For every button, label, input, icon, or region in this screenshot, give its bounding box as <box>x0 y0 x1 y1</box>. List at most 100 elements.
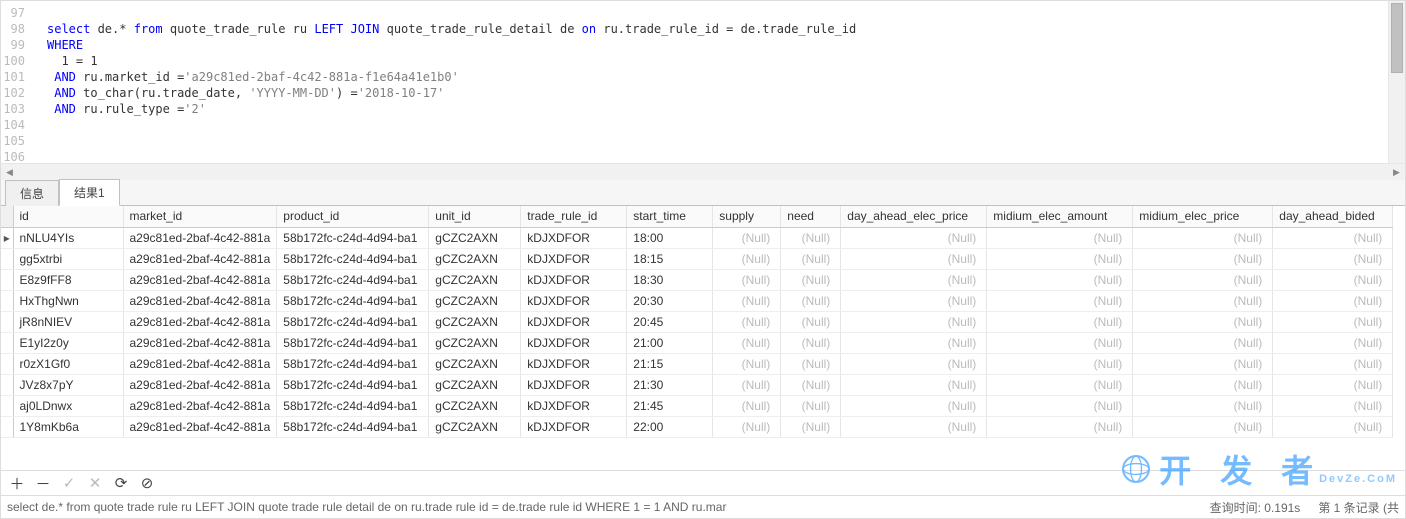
cell-midium_elec_price[interactable]: (Null) <box>1133 290 1273 311</box>
cell-midium_elec_amount[interactable]: (Null) <box>987 248 1133 269</box>
cell-need[interactable]: (Null) <box>781 416 841 437</box>
cell-unit_id[interactable]: gCZC2AXN <box>429 227 521 248</box>
cell-supply[interactable]: (Null) <box>713 290 781 311</box>
cell-id[interactable]: HxThgNwn <box>13 290 123 311</box>
cell-id[interactable]: JVz8x7pY <box>13 374 123 395</box>
cell-day_ahead_elec_price[interactable]: (Null) <box>841 395 987 416</box>
cell-day_ahead_bided[interactable]: (Null) <box>1273 248 1393 269</box>
cell-start_time[interactable]: 20:30 <box>627 290 713 311</box>
cell-product_id[interactable]: 58b172fc-c24d-4d94-ba1 <box>277 290 429 311</box>
cell-start_time[interactable]: 18:15 <box>627 248 713 269</box>
cell-market_id[interactable]: a29c81ed-2baf-4c42-881a <box>123 311 277 332</box>
cell-id[interactable]: jR8nNIEV <box>13 311 123 332</box>
table-row[interactable]: E8z9fFF8a29c81ed-2baf-4c42-881a58b172fc-… <box>1 269 1393 290</box>
cell-id[interactable]: nNLU4YIs <box>13 227 123 248</box>
cell-day_ahead_elec_price[interactable]: (Null) <box>841 374 987 395</box>
cell-midium_elec_price[interactable]: (Null) <box>1133 374 1273 395</box>
cell-need[interactable]: (Null) <box>781 374 841 395</box>
cell-midium_elec_amount[interactable]: (Null) <box>987 416 1133 437</box>
table-row[interactable]: 1Y8mKb6aa29c81ed-2baf-4c42-881a58b172fc-… <box>1 416 1393 437</box>
cell-market_id[interactable]: a29c81ed-2baf-4c42-881a <box>123 353 277 374</box>
cell-midium_elec_price[interactable]: (Null) <box>1133 332 1273 353</box>
table-row[interactable]: ▸nNLU4YIsa29c81ed-2baf-4c42-881a58b172fc… <box>1 227 1393 248</box>
cell-trade_rule_id[interactable]: kDJXDFOR <box>521 332 627 353</box>
cell-trade_rule_id[interactable]: kDJXDFOR <box>521 311 627 332</box>
scroll-left-icon[interactable]: ◀ <box>1 164 18 181</box>
cell-product_id[interactable]: 58b172fc-c24d-4d94-ba1 <box>277 395 429 416</box>
cell-day_ahead_elec_price[interactable]: (Null) <box>841 248 987 269</box>
cell-market_id[interactable]: a29c81ed-2baf-4c42-881a <box>123 416 277 437</box>
cell-day_ahead_elec_price[interactable]: (Null) <box>841 332 987 353</box>
cell-day_ahead_elec_price[interactable]: (Null) <box>841 269 987 290</box>
cell-day_ahead_bided[interactable]: (Null) <box>1273 353 1393 374</box>
cell-start_time[interactable]: 18:30 <box>627 269 713 290</box>
cell-product_id[interactable]: 58b172fc-c24d-4d94-ba1 <box>277 332 429 353</box>
cell-midium_elec_price[interactable]: (Null) <box>1133 416 1273 437</box>
cell-midium_elec_amount[interactable]: (Null) <box>987 332 1133 353</box>
cell-midium_elec_amount[interactable]: (Null) <box>987 290 1133 311</box>
column-header-start_time[interactable]: start_time <box>627 206 713 227</box>
cell-day_ahead_bided[interactable]: (Null) <box>1273 395 1393 416</box>
column-header-supply[interactable]: supply <box>713 206 781 227</box>
cell-midium_elec_price[interactable]: (Null) <box>1133 248 1273 269</box>
cell-start_time[interactable]: 21:00 <box>627 332 713 353</box>
table-row[interactable]: JVz8x7pYa29c81ed-2baf-4c42-881a58b172fc-… <box>1 374 1393 395</box>
discard-changes-button[interactable]: ✕ <box>87 474 103 492</box>
table-row[interactable]: aj0LDnwxa29c81ed-2baf-4c42-881a58b172fc-… <box>1 395 1393 416</box>
cell-day_ahead_bided[interactable]: (Null) <box>1273 290 1393 311</box>
cell-market_id[interactable]: a29c81ed-2baf-4c42-881a <box>123 227 277 248</box>
cell-product_id[interactable]: 58b172fc-c24d-4d94-ba1 <box>277 227 429 248</box>
cell-product_id[interactable]: 58b172fc-c24d-4d94-ba1 <box>277 416 429 437</box>
cell-start_time[interactable]: 18:00 <box>627 227 713 248</box>
refresh-button[interactable]: ⟳ <box>113 474 129 492</box>
cell-day_ahead_bided[interactable]: (Null) <box>1273 269 1393 290</box>
add-row-button[interactable]: ＋ <box>9 473 25 494</box>
cell-unit_id[interactable]: gCZC2AXN <box>429 332 521 353</box>
cell-unit_id[interactable]: gCZC2AXN <box>429 374 521 395</box>
cell-product_id[interactable]: 58b172fc-c24d-4d94-ba1 <box>277 248 429 269</box>
cell-unit_id[interactable]: gCZC2AXN <box>429 416 521 437</box>
cell-need[interactable]: (Null) <box>781 332 841 353</box>
cell-need[interactable]: (Null) <box>781 290 841 311</box>
cell-unit_id[interactable]: gCZC2AXN <box>429 353 521 374</box>
cell-supply[interactable]: (Null) <box>713 374 781 395</box>
apply-changes-button[interactable]: ✓ <box>61 474 77 492</box>
cell-start_time[interactable]: 21:45 <box>627 395 713 416</box>
editor-horizontal-scrollbar[interactable]: ◀ ▶ <box>1 163 1405 180</box>
result-grid[interactable]: idmarket_idproduct_idunit_idtrade_rule_i… <box>1 206 1405 470</box>
cell-midium_elec_price[interactable]: (Null) <box>1133 353 1273 374</box>
cell-trade_rule_id[interactable]: kDJXDFOR <box>521 353 627 374</box>
cell-id[interactable]: r0zX1Gf0 <box>13 353 123 374</box>
table-row[interactable]: HxThgNwna29c81ed-2baf-4c42-881a58b172fc-… <box>1 290 1393 311</box>
cell-midium_elec_amount[interactable]: (Null) <box>987 353 1133 374</box>
cell-midium_elec_amount[interactable]: (Null) <box>987 374 1133 395</box>
scroll-right-icon[interactable]: ▶ <box>1388 164 1405 181</box>
tab-result[interactable]: 结果1 <box>59 179 120 206</box>
cell-market_id[interactable]: a29c81ed-2baf-4c42-881a <box>123 269 277 290</box>
cell-market_id[interactable]: a29c81ed-2baf-4c42-881a <box>123 395 277 416</box>
editor-vertical-scrollbar[interactable] <box>1388 1 1405 163</box>
cell-midium_elec_amount[interactable]: (Null) <box>987 227 1133 248</box>
column-header-market_id[interactable]: market_id <box>123 206 277 227</box>
cell-day_ahead_bided[interactable]: (Null) <box>1273 311 1393 332</box>
column-header-id[interactable]: id <box>13 206 123 227</box>
cell-product_id[interactable]: 58b172fc-c24d-4d94-ba1 <box>277 374 429 395</box>
cell-midium_elec_price[interactable]: (Null) <box>1133 269 1273 290</box>
cell-day_ahead_bided[interactable]: (Null) <box>1273 332 1393 353</box>
delete-row-button[interactable]: － <box>35 473 51 494</box>
tab-info[interactable]: 信息 <box>5 180 59 206</box>
cell-midium_elec_amount[interactable]: (Null) <box>987 269 1133 290</box>
table-row[interactable]: r0zX1Gf0a29c81ed-2baf-4c42-881a58b172fc-… <box>1 353 1393 374</box>
cell-day_ahead_elec_price[interactable]: (Null) <box>841 227 987 248</box>
cell-product_id[interactable]: 58b172fc-c24d-4d94-ba1 <box>277 353 429 374</box>
cell-need[interactable]: (Null) <box>781 353 841 374</box>
cell-day_ahead_bided[interactable]: (Null) <box>1273 227 1393 248</box>
cell-trade_rule_id[interactable]: kDJXDFOR <box>521 395 627 416</box>
stop-button[interactable]: ⊘ <box>139 474 155 492</box>
cell-day_ahead_bided[interactable]: (Null) <box>1273 374 1393 395</box>
cell-trade_rule_id[interactable]: kDJXDFOR <box>521 374 627 395</box>
cell-unit_id[interactable]: gCZC2AXN <box>429 290 521 311</box>
cell-midium_elec_amount[interactable]: (Null) <box>987 395 1133 416</box>
cell-midium_elec_amount[interactable]: (Null) <box>987 311 1133 332</box>
cell-id[interactable]: gg5xtrbi <box>13 248 123 269</box>
